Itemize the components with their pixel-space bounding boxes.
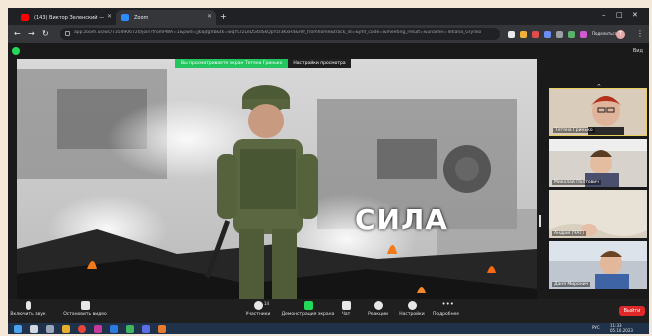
participant-video-tile[interactable]: Андрій (ЧАТ) — [549, 190, 647, 238]
new-tab-button[interactable]: + — [220, 12, 227, 21]
chrome-icon[interactable] — [78, 325, 86, 333]
participant-name: Даня Миронич — [552, 282, 591, 287]
reload-icon[interactable]: ↻ — [42, 29, 49, 38]
app-icon[interactable] — [158, 325, 166, 333]
forward-icon[interactable]: → — [28, 29, 35, 38]
extension-icon[interactable] — [544, 31, 551, 38]
view-options-button[interactable]: Настройки просмотра — [288, 59, 351, 68]
participant-name: Тетяна Гринько — [553, 128, 595, 133]
shared-caption: СИЛА — [355, 203, 448, 236]
video-button[interactable]: Остановить видео — [50, 301, 120, 317]
chevron-up-icon[interactable]: ⌃ — [596, 83, 602, 91]
clock[interactable]: 11:33 05.10.2023 — [610, 323, 633, 333]
participant-name: Андрій (ЧАТ) — [552, 231, 587, 236]
clock-date: 05.10.2023 — [610, 328, 633, 333]
zoom-icon — [121, 14, 129, 21]
participant-video-tile[interactable]: Миколай Полтович — [549, 139, 647, 187]
back-icon[interactable]: ← — [14, 29, 21, 38]
lock-icon — [65, 31, 70, 36]
profile-avatar[interactable]: Т — [616, 30, 625, 39]
view-button[interactable]: Вид — [633, 48, 643, 54]
share-button[interactable]: Поделиться — [592, 31, 617, 36]
share-page-icon[interactable] — [508, 31, 515, 38]
extension-icon[interactable] — [568, 31, 575, 38]
viber-icon[interactable] — [142, 325, 150, 333]
url-text: app.zoom.us/wc/7354906720/join?fromPWA=1… — [74, 30, 482, 35]
shared-screen-image — [17, 59, 537, 309]
participant-name: Миколай Полтович — [552, 180, 601, 185]
participants-icon — [253, 301, 263, 310]
url-field[interactable]: app.zoom.us/wc/7354906720/join?fromPWA=1… — [60, 28, 500, 40]
more-button[interactable]: ••• Подробнее — [416, 300, 476, 318]
windows-taskbar: РУС 11:33 05.10.2023 — [8, 323, 649, 334]
puzzle-icon[interactable] — [556, 31, 563, 38]
tab-label: Zoom — [134, 14, 149, 21]
bookmark-star-icon[interactable] — [520, 31, 527, 38]
windows-start-icon[interactable] — [14, 325, 22, 333]
tab-label: (143) Виктор Зеленский — Катя не вернула… — [34, 14, 104, 21]
participants-label: Участники — [245, 312, 271, 317]
meeting-toolbar: Включить звук Остановить видео Участники… — [8, 299, 649, 323]
share-screen-icon — [303, 301, 313, 310]
browser-tab-bar: (143) Виктор Зеленский — Катя не вернула… — [8, 8, 649, 25]
video-label: Остановить видео — [63, 312, 107, 317]
tab-youtube[interactable]: (143) Виктор Зеленский — Катя не вернула… — [16, 10, 116, 25]
close-tab-icon[interactable]: ✕ — [107, 13, 112, 20]
end-button[interactable]: Выйти — [619, 306, 645, 316]
app-icon[interactable] — [94, 325, 102, 333]
close-window-button[interactable]: ✕ — [632, 11, 638, 19]
app-icon[interactable] — [110, 325, 118, 333]
language-indicator[interactable]: РУС — [592, 325, 600, 330]
close-tab-icon[interactable]: ✕ — [207, 13, 212, 20]
participant-video-tile[interactable]: Даня Миронич — [549, 241, 647, 289]
more-dots-icon: ••• — [441, 300, 454, 308]
microphone-muted-icon — [25, 301, 31, 310]
app-icon[interactable] — [126, 325, 134, 333]
participant-video-tile[interactable]: Тетяна Гринько — [549, 88, 647, 136]
security-shield-icon[interactable] — [12, 47, 20, 55]
youtube-icon — [21, 14, 29, 21]
file-explorer-icon[interactable] — [62, 325, 70, 333]
more-label: Подробнее — [432, 312, 460, 317]
viewing-banner: Вы просматриваете экран Тетяна Гринько Н… — [175, 59, 351, 68]
minimize-button[interactable]: – — [602, 11, 606, 19]
zoom-meeting: Вид СИЛА Вы просматриваете экран Тетяна … — [8, 43, 649, 314]
screen: (143) Виктор Зеленский — Катя не вернула… — [8, 8, 649, 334]
extension-icon[interactable] — [580, 31, 587, 38]
camera-icon — [80, 301, 90, 310]
viewing-banner-text: Вы просматриваете экран Тетяна Гринько — [175, 59, 289, 68]
participants-count: 14 — [264, 301, 270, 306]
task-view-icon[interactable] — [46, 325, 54, 333]
search-icon[interactable] — [30, 325, 38, 333]
maximize-button[interactable]: □ — [616, 11, 623, 19]
menu-icon[interactable]: ⋮ — [636, 29, 644, 38]
divider-handle[interactable] — [539, 215, 541, 227]
tab-zoom[interactable]: Zoom ✕ — [116, 10, 216, 25]
address-bar-row: ← → ↻ app.zoom.us/wc/7354906720/join?fro… — [8, 25, 649, 43]
shared-screen: СИЛА — [17, 59, 537, 309]
mute-label: Включить звук — [10, 312, 46, 317]
extension-icon[interactable] — [532, 31, 539, 38]
